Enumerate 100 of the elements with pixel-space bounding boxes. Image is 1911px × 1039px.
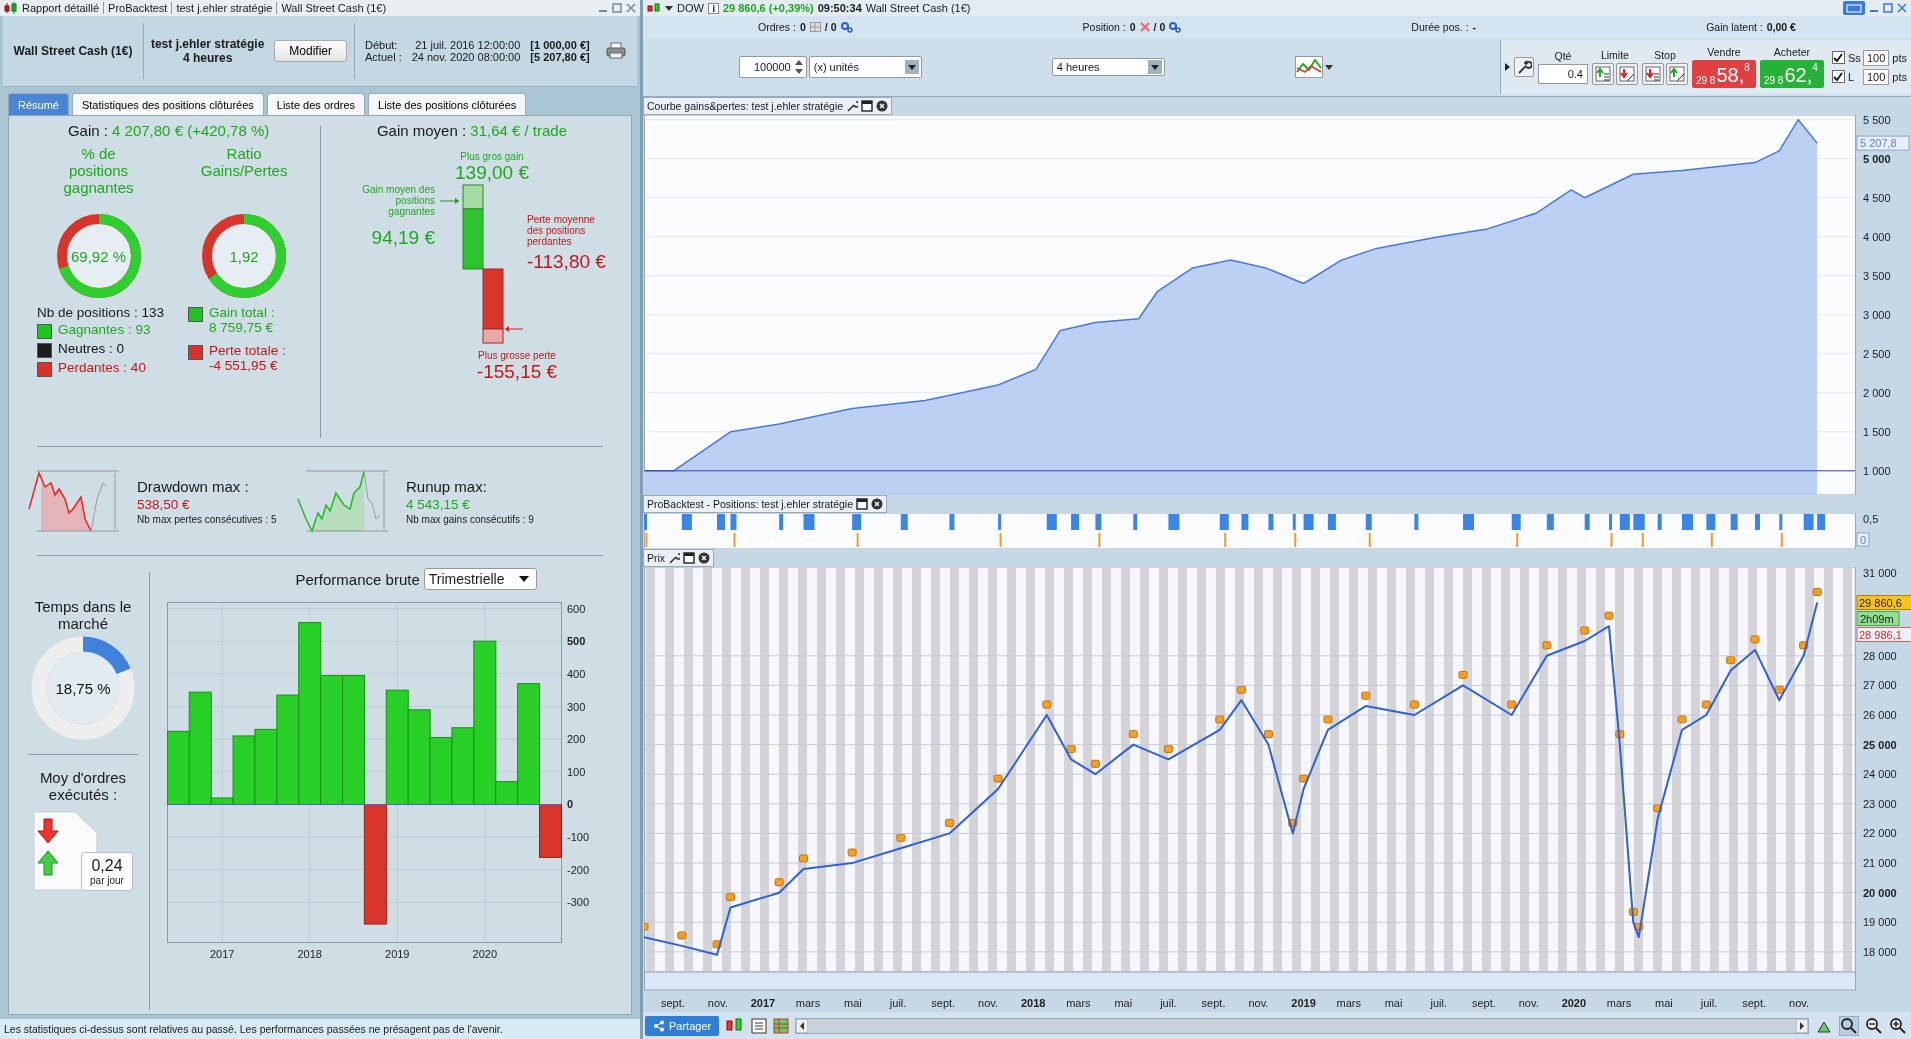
quantity-spinner[interactable]: 100000	[739, 56, 807, 78]
modify-button[interactable]: Modifier	[274, 40, 348, 62]
start-date: 21 juil. 2016 12:00:00	[414, 39, 521, 51]
axis-tick-label: mai	[844, 997, 862, 1009]
window-icon[interactable]	[683, 552, 696, 564]
zoom-in-icon[interactable]	[1889, 1016, 1907, 1035]
axis-tick-label: 300	[566, 700, 585, 713]
close-icon[interactable]	[871, 498, 883, 510]
axis-tick-label: 2020	[472, 948, 497, 960]
info-icon[interactable]	[707, 2, 719, 14]
period-select[interactable]: Trimestrielle	[423, 568, 538, 590]
limit-sell-button[interactable]	[1615, 63, 1638, 85]
axis-tick-label: 25 000	[1863, 738, 1897, 751]
maximize-icon[interactable]	[612, 3, 622, 13]
axis-tick-label: 24 000	[1863, 768, 1897, 781]
checkbox-label: L	[1847, 70, 1856, 83]
orders-unit: par jour	[90, 875, 124, 886]
zoom-fit-icon[interactable]	[1839, 1015, 1859, 1036]
spinner-arrows-icon[interactable]	[794, 59, 803, 75]
axis-tick-label: sept.	[1201, 997, 1226, 1009]
candlestick-icon[interactable]	[647, 2, 661, 14]
axis-tick-label: juil.	[1430, 997, 1447, 1009]
tab[interactable]: Liste des positions clôturées	[368, 93, 527, 115]
unit-select[interactable]: (x) unités	[808, 56, 922, 78]
legend-swatch	[188, 345, 204, 360]
stop-sell-button[interactable]	[1641, 63, 1664, 85]
order-down-icon	[1643, 65, 1662, 83]
gear-icon[interactable]	[1169, 21, 1182, 33]
axis-tick-label: 1 000	[1863, 464, 1891, 477]
chart-type-button[interactable]	[1294, 56, 1333, 78]
panel-title: Courbe gains&pertes: test j.ehler stratégie	[647, 100, 844, 112]
quantity-field[interactable]: 0.4	[1537, 64, 1588, 84]
tab[interactable]: Statistiques des positions clôturées	[71, 93, 264, 115]
tab[interactable]: Liste des ordres	[266, 93, 366, 115]
axis-tick-label: 600	[566, 602, 585, 615]
axis-tick-label: nov.	[707, 997, 728, 1009]
window-icon[interactable]	[861, 100, 874, 112]
donut-value: 69,92 %	[70, 247, 126, 265]
caret-icon	[904, 60, 919, 74]
axis-tick-label: 5 500	[1863, 115, 1891, 126]
axis-tick-label: -200	[566, 863, 589, 876]
runup-value: 4 543,15 €	[406, 496, 471, 512]
average-loss-value: -113,80 €	[527, 251, 607, 273]
breadcrumb-label: Rapport détaillé	[22, 2, 100, 14]
scroll-right-icon[interactable]	[1796, 1018, 1808, 1033]
wrench-icon[interactable]	[668, 552, 681, 564]
axis-tick-label: mai	[1384, 997, 1403, 1009]
max-loss-label: Plus grosse perte	[478, 350, 556, 361]
wrench-button[interactable]	[1513, 57, 1534, 77]
symbol-name[interactable]: DOW	[677, 2, 704, 14]
printer-icon[interactable]	[605, 42, 626, 60]
buy-label: Acheter	[1773, 46, 1811, 58]
caret-icon[interactable]	[665, 4, 673, 12]
axis-tick-label: sept.	[1742, 997, 1767, 1009]
close-icon[interactable]	[698, 552, 711, 564]
donut-title: % de positions gagnantes	[62, 145, 135, 198]
stop-buy-button[interactable]	[1665, 63, 1688, 85]
share-button[interactable]: Partager	[645, 1015, 720, 1036]
caret-icon	[1324, 63, 1333, 71]
checkbox[interactable]	[1831, 51, 1845, 64]
donut-title: Ratio Gains/Pertes	[199, 145, 289, 181]
axis-tick-label: sept.	[931, 997, 956, 1009]
axis-tick-label: juil.	[1700, 997, 1718, 1009]
info-value: 0,00 €	[1766, 21, 1796, 33]
close-icon[interactable]	[876, 100, 889, 112]
checkbox[interactable]	[1831, 70, 1845, 83]
info-total: / 0	[824, 21, 837, 33]
gear-icon[interactable]	[840, 21, 853, 33]
points-unit: pts	[1892, 70, 1907, 83]
timeframe-select[interactable]: 4 heures	[1051, 58, 1165, 76]
scroll-left-icon[interactable]	[796, 1018, 809, 1033]
wrench-icon[interactable]	[846, 100, 859, 112]
caret-icon	[1147, 60, 1162, 74]
checkbox-label: Ss	[1847, 51, 1860, 64]
axis-tick-label: 0,5	[1863, 513, 1879, 525]
info-label: Gain latent :	[1706, 21, 1763, 33]
points-field[interactable]: 100	[1862, 49, 1890, 66]
maximize-icon[interactable]	[1883, 3, 1893, 13]
window-icon[interactable]	[856, 498, 868, 510]
table-icon[interactable]	[773, 1017, 790, 1034]
axis-tick-label: 18 000	[1863, 945, 1897, 958]
zoom-out-icon[interactable]	[1865, 1016, 1883, 1035]
tab[interactable]: Résumé	[8, 93, 69, 115]
expand-arrow-icon[interactable]	[1504, 62, 1510, 72]
total-label: Gain total :	[209, 305, 275, 320]
axis-tick-label: 2018	[296, 948, 322, 960]
axis-tick-label: 2017	[209, 948, 234, 960]
gain-summary: Gain : 4 207,80 € (+420,78 %)	[66, 122, 271, 139]
breadcrumb-label: ProBacktest	[108, 2, 168, 14]
list-icon[interactable]	[751, 1017, 768, 1034]
current-value: [5 207,80 €]	[530, 51, 590, 63]
total-value: 8 759,75 €	[209, 320, 274, 335]
info-value: -	[1472, 21, 1477, 33]
axis-tick-label: 5 000	[1863, 152, 1891, 165]
legend-swatch	[37, 362, 53, 377]
donut-value: 1,92	[229, 247, 259, 265]
limit-buy-button[interactable]	[1591, 63, 1614, 85]
axis-tick-label: mars	[1606, 997, 1632, 1009]
info-total: / 0	[1153, 21, 1166, 33]
points-field[interactable]: 100	[1862, 68, 1890, 85]
